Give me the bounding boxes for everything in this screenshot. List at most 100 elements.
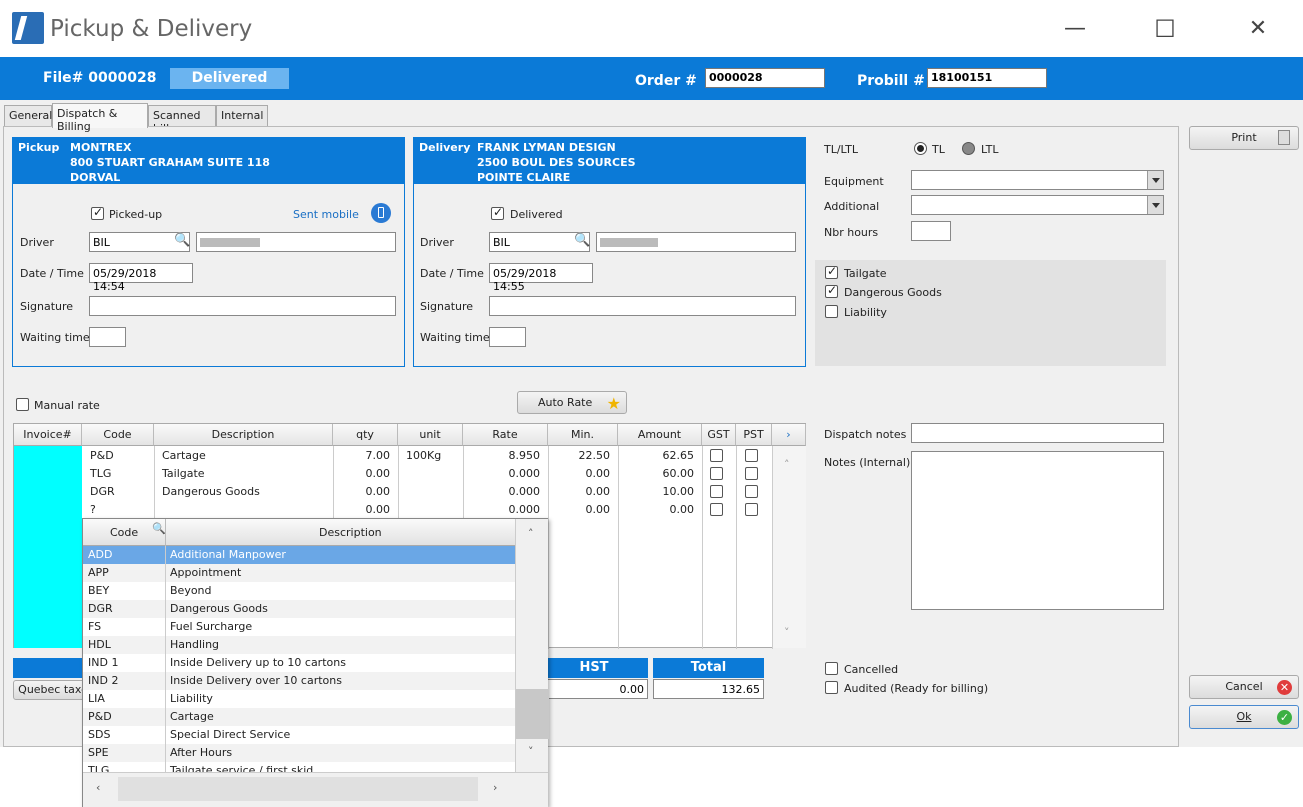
delivery-signature-input[interactable]	[489, 296, 796, 316]
liability-checkbox[interactable]	[825, 305, 838, 318]
cell-qty[interactable]: 0.00	[333, 501, 394, 519]
quebec-taxes-button[interactable]: Quebec taxe	[13, 680, 93, 700]
delivered-checkbox[interactable]	[491, 205, 504, 220]
tab-dispatch-billing[interactable]: Dispatch & Billing	[52, 103, 148, 133]
tl-radio[interactable]	[914, 142, 927, 155]
cell-min[interactable]: 0.00	[548, 483, 614, 501]
auto-rate-button[interactable]: Auto Rate ★	[517, 391, 627, 414]
dangerous-goods-checkbox[interactable]	[825, 283, 838, 298]
cell-unit[interactable]: 100Kg	[402, 447, 463, 465]
cell-min[interactable]: 0.00	[548, 501, 614, 519]
popup-hscrollbar[interactable]: ‹ ›	[83, 772, 548, 807]
notes-internal-textarea[interactable]	[911, 451, 1164, 610]
list-item[interactable]: P&D Cartage	[83, 708, 515, 726]
col-qty[interactable]: qty	[333, 424, 398, 446]
cell-rate[interactable]: 0.000	[463, 501, 544, 519]
delivery-driver-name-input[interactable]	[596, 232, 796, 252]
delivery-waiting-input[interactable]	[489, 327, 526, 347]
gst-checkbox[interactable]	[710, 467, 723, 480]
list-item[interactable]: APP Appointment	[83, 564, 515, 582]
mobile-icon[interactable]	[371, 203, 391, 223]
print-button[interactable]: Print	[1189, 126, 1299, 150]
pst-checkbox[interactable]	[745, 449, 758, 462]
popup-vscrollbar[interactable]: ˄ ˅	[515, 519, 549, 772]
col-description[interactable]: Description	[154, 424, 333, 446]
tab-scanned-bill[interactable]: Scanned bill	[148, 105, 216, 135]
popup-col-code[interactable]: Code	[110, 526, 138, 539]
pickup-signature-input[interactable]	[89, 296, 396, 316]
list-item[interactable]: DGR Dangerous Goods	[83, 600, 515, 618]
col-unit[interactable]: unit	[398, 424, 463, 446]
cell-rate[interactable]: 8.950	[463, 447, 544, 465]
grid-scrollbar[interactable]: ˄ ˅	[772, 446, 806, 648]
list-item[interactable]: BEY Beyond	[83, 582, 515, 600]
minimize-button[interactable]: —	[1060, 14, 1090, 44]
scroll-thumb[interactable]	[516, 689, 549, 739]
list-item[interactable]: IND 2 Inside Delivery over 10 cartons	[83, 672, 515, 690]
cancel-button[interactable]: Cancel ✕	[1189, 675, 1299, 699]
col-code[interactable]: Code	[82, 424, 154, 446]
col-min[interactable]: Min.	[548, 424, 618, 446]
chevron-right-icon[interactable]: ›	[493, 781, 497, 794]
pickup-datetime-input[interactable]: 05/29/2018 14:54	[89, 263, 193, 293]
search-icon[interactable]: 🔍	[174, 233, 190, 248]
ok-button[interactable]: Ok ✓	[1189, 705, 1299, 729]
chevron-up-icon[interactable]: ˄	[784, 458, 790, 471]
list-item[interactable]: SPE After Hours	[83, 744, 515, 762]
cell-min[interactable]: 22.50	[548, 447, 614, 465]
gst-checkbox[interactable]	[710, 503, 723, 516]
search-icon[interactable]: 🔍	[152, 522, 166, 535]
cell-code[interactable]: TLG	[86, 465, 154, 483]
delivery-datetime-input[interactable]: 05/29/2018 14:55	[489, 263, 593, 293]
chevron-down-icon[interactable]	[1147, 196, 1163, 214]
pst-checkbox[interactable]	[745, 467, 758, 480]
nbr-hours-input[interactable]	[911, 221, 951, 241]
manual-rate-checkbox[interactable]	[16, 398, 29, 411]
pickup-driver-name-input[interactable]	[196, 232, 396, 252]
tailgate-checkbox[interactable]	[825, 264, 838, 279]
sent-mobile-link[interactable]: Sent mobile	[293, 208, 359, 221]
probill-input[interactable]: 18100151	[927, 68, 1047, 88]
cell-qty[interactable]: 0.00	[333, 483, 394, 501]
picked-up-checkbox[interactable]	[91, 205, 104, 220]
chevron-right-icon[interactable]: ›	[772, 424, 806, 446]
cell-code[interactable]: DGR	[86, 483, 154, 501]
cell-amount[interactable]: 10.00	[618, 483, 698, 501]
list-item[interactable]: FS Fuel Surcharge	[83, 618, 515, 636]
col-gst[interactable]: GST	[702, 424, 736, 446]
chevron-left-icon[interactable]: ‹	[96, 781, 100, 794]
gst-checkbox[interactable]	[710, 485, 723, 498]
cell-desc[interactable]: Dangerous Goods	[158, 483, 333, 501]
tab-internal[interactable]: Internal	[216, 105, 268, 127]
ltl-radio[interactable]	[962, 142, 975, 155]
additional-select[interactable]	[911, 195, 1164, 215]
chevron-down-icon[interactable]: ˅	[784, 626, 790, 639]
list-item[interactable]: ADD Additional Manpower	[83, 546, 515, 564]
cell-amount[interactable]: 62.65	[618, 447, 698, 465]
cell-unit[interactable]	[402, 465, 463, 483]
equipment-select[interactable]	[911, 170, 1164, 190]
cell-rate[interactable]: 0.000	[463, 465, 544, 483]
pst-checkbox[interactable]	[745, 485, 758, 498]
cell-unit[interactable]	[402, 501, 463, 519]
chevron-up-icon[interactable]: ˄	[528, 527, 534, 540]
cell-qty[interactable]: 0.00	[333, 465, 394, 483]
cell-amount[interactable]: 0.00	[618, 501, 698, 519]
chevron-down-icon[interactable]	[1147, 171, 1163, 189]
audited-checkbox[interactable]	[825, 681, 838, 694]
dispatch-notes-input[interactable]	[911, 423, 1164, 443]
col-invoice[interactable]: Invoice#	[14, 424, 82, 446]
gst-checkbox[interactable]	[710, 449, 723, 462]
tab-general[interactable]: General	[4, 105, 52, 127]
hscroll-thumb[interactable]	[118, 777, 478, 801]
cell-unit[interactable]	[402, 483, 463, 501]
cancelled-checkbox[interactable]	[825, 662, 838, 675]
list-item[interactable]: HDL Handling	[83, 636, 515, 654]
cell-code[interactable]: P&D	[86, 447, 154, 465]
maximize-button[interactable]: ☐	[1150, 14, 1180, 44]
cell-desc[interactable]	[158, 501, 333, 519]
col-rate[interactable]: Rate	[463, 424, 548, 446]
order-number-input[interactable]: 0000028	[705, 68, 825, 88]
cell-desc[interactable]: Tailgate	[158, 465, 333, 483]
col-amount[interactable]: Amount	[618, 424, 702, 446]
